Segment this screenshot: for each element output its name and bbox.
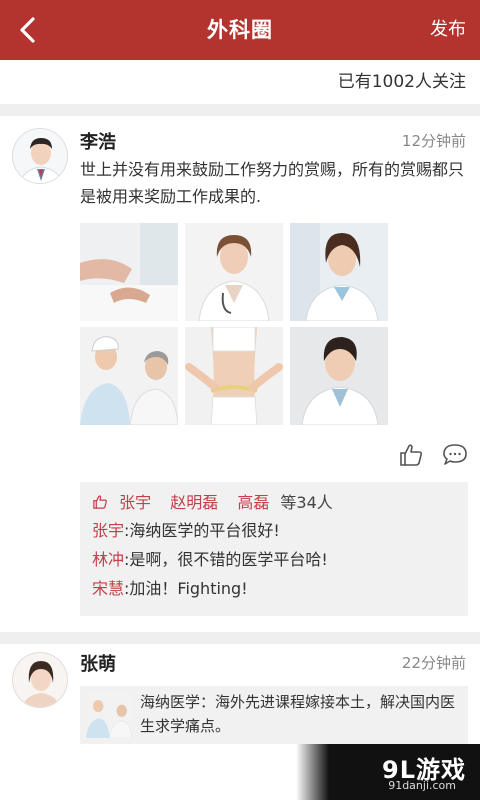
commenter-name[interactable]: 林冲 [92,550,124,569]
male-doctor-image [290,327,388,425]
female-avatar-icon [13,653,67,707]
photo-grid [80,223,388,425]
avatar[interactable] [12,652,68,708]
photo-thumbnail[interactable] [80,223,178,321]
photo-thumbnail[interactable] [185,223,283,321]
avatar[interactable] [12,128,68,184]
comment-item: 宋慧:加油！Fighting! [92,574,456,603]
watermark-url: 91danji.com [388,779,456,792]
site-watermark: 9L游戏 91danji.com [296,744,480,800]
photo-thumbnail[interactable] [290,223,388,321]
comment-text: :加油！Fighting! [124,579,248,598]
waist-measure-image [185,327,283,425]
photo-thumbnail[interactable] [290,327,388,425]
male-doctor-avatar-icon [13,129,67,183]
post-time: 12分钟前 [401,132,466,150]
female-doctor-image [185,223,283,321]
likes-row: 张宇 赵明磊 高磊 等34人 [92,490,456,516]
like-small-icon [93,495,107,509]
likes-summary: 等34人 [280,493,333,512]
nurse-elderly-thumb-image [86,692,132,738]
nurse-elderly-image [80,327,178,425]
comments-box: 张宇 赵明磊 高磊 等34人 张宇:海纳医学的平台很好! 林冲:是啊，很不错的医… [80,482,468,616]
shared-thumbnail [86,692,132,738]
like-icon[interactable] [398,442,424,468]
post-time: 22分钟前 [401,654,466,672]
publish-button[interactable]: 发布 [430,0,466,60]
comment-item: 林冲:是啊，很不错的医学平台哈! [92,545,456,574]
page-title: 外科圈 [207,18,273,42]
post-username[interactable]: 李浩 [80,128,116,154]
follow-bar: 已有1002人关注 [0,60,480,104]
liker-name[interactable]: 高磊 [237,493,269,512]
commenter-name[interactable]: 宋慧 [92,579,124,598]
shared-link-card[interactable]: 海纳医学：海外先进课程嫁接本土，解决国内医生求学痛点。 [80,686,468,744]
comment-item: 张宇:海纳医学的平台很好! [92,516,456,545]
photo-thumbnail[interactable] [185,327,283,425]
liker-name[interactable]: 张宇 [119,493,151,512]
comment-text: :是啊，很不错的医学平台哈! [124,550,328,569]
commenter-name[interactable]: 张宇 [92,521,124,540]
photo-thumbnail[interactable] [80,327,178,425]
post-actions [398,442,468,470]
bedside-care-image [80,223,178,321]
comment-icon[interactable] [442,442,468,468]
post-content: 世上并没有用来鼓励工作努力的赏赐，所有的赏赐都只是被用来奖励工作成果的. [80,160,465,206]
shared-text: 海纳医学：海外先进课程嫁接本土，解决国内医生求学痛点。 [140,693,456,735]
post-username[interactable]: 张萌 [80,650,116,676]
smiling-doctor-image [290,223,388,321]
post-card: 李浩 12分钟前 世上并没有用来鼓励工作努力的赏赐，所有的赏赐都只是被用来奖励工… [0,116,480,632]
liker-name[interactable]: 赵明磊 [170,493,218,512]
comment-text: :海纳医学的平台很好! [124,521,280,540]
app-header: 外科圈 发布 [0,0,480,60]
follow-count: 已有1002人关注 [337,72,466,92]
